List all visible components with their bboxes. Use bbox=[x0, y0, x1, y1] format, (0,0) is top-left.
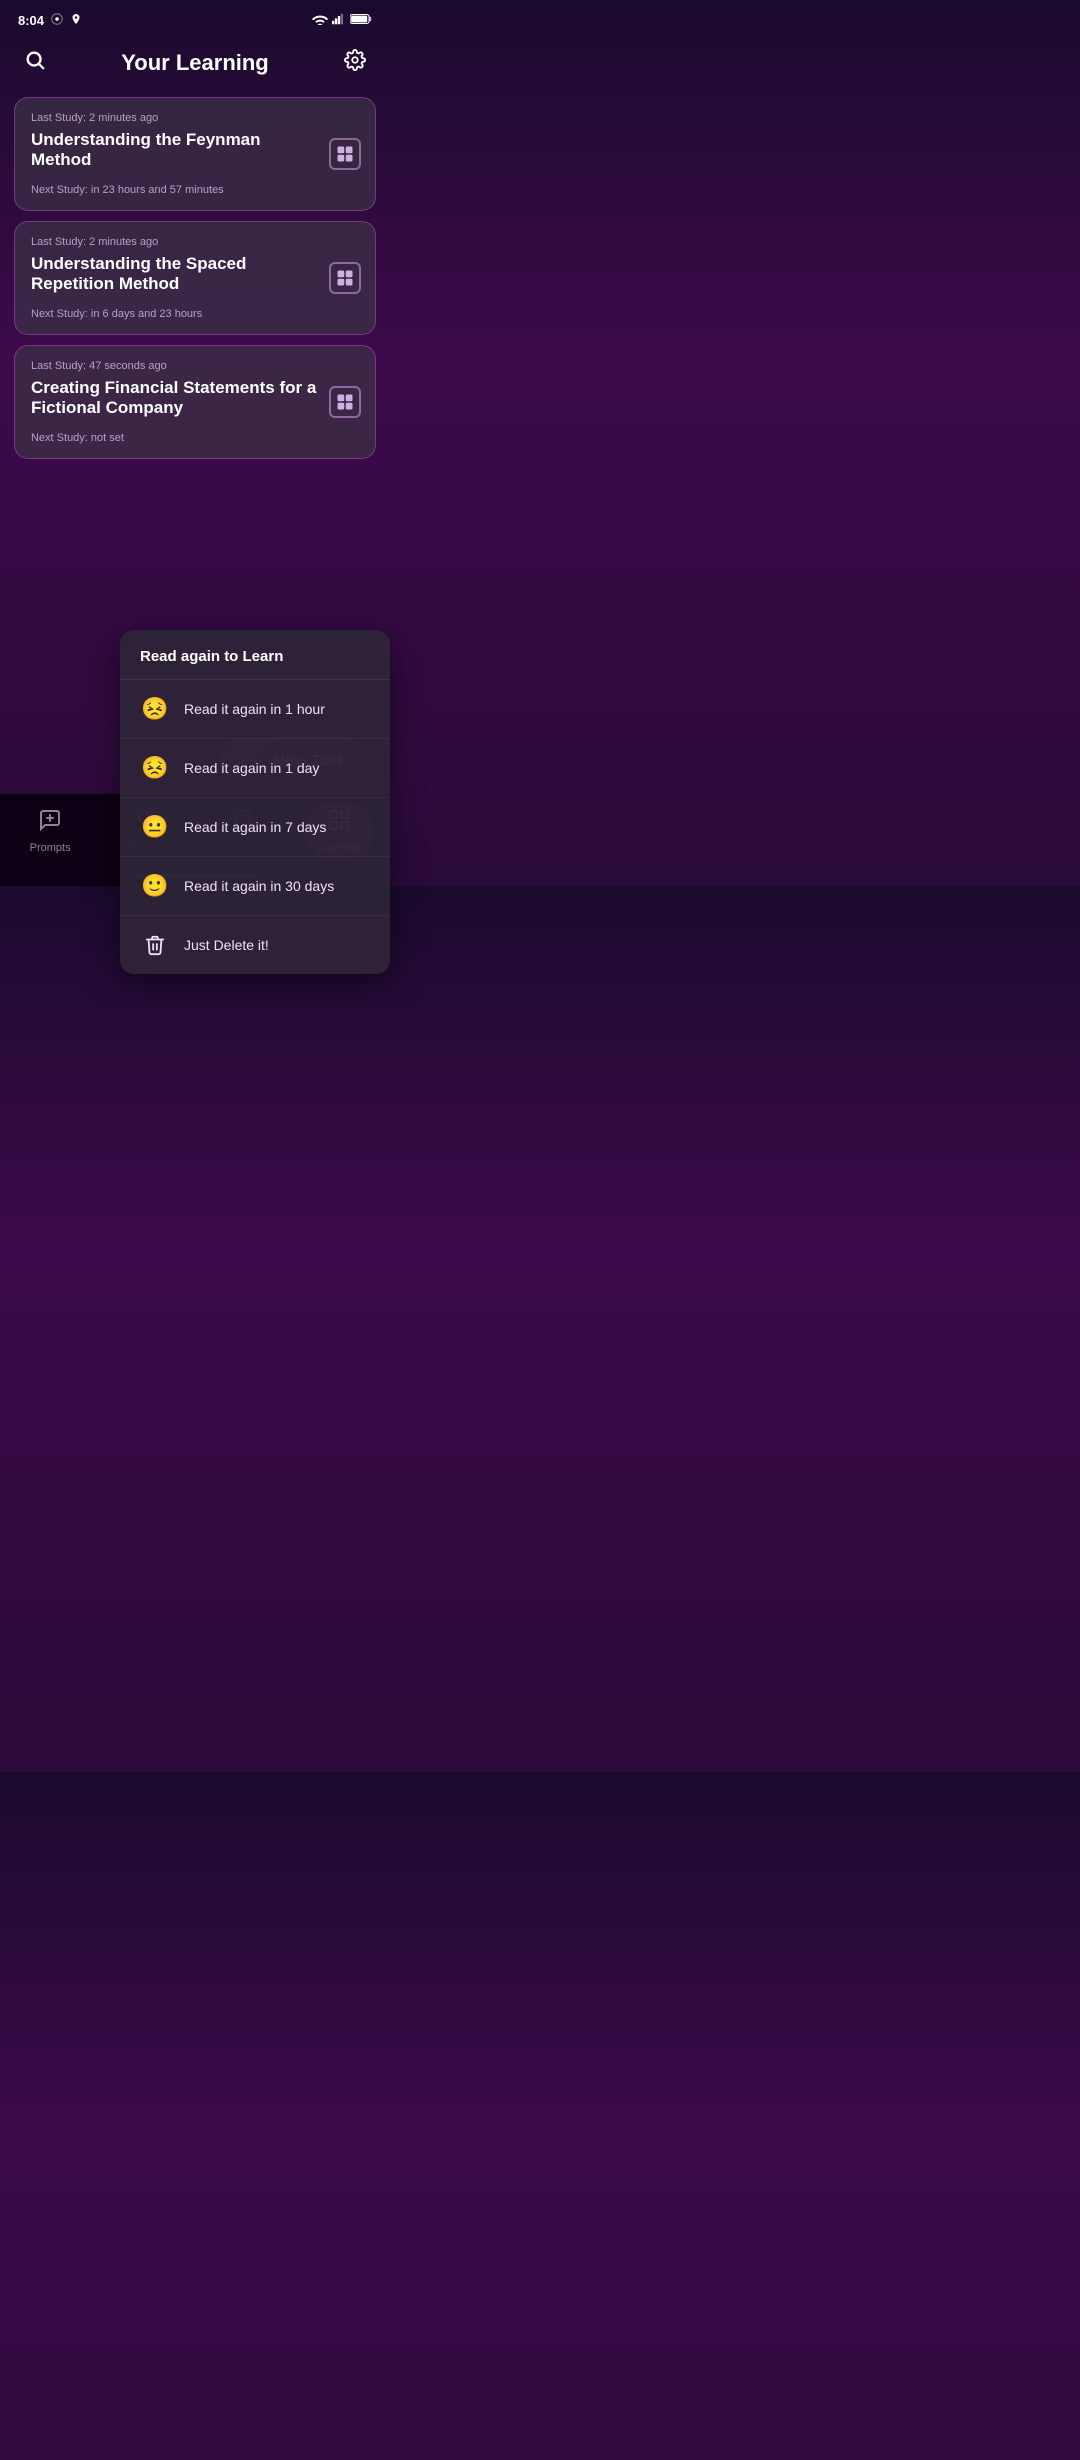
read-1-day-label: Read it again in 1 day bbox=[184, 760, 319, 776]
read-1-hour-label: Read it again in 1 hour bbox=[184, 701, 325, 717]
status-bar: 8:04 bbox=[0, 0, 390, 37]
card-3-last-study: Last Study: 47 seconds ago bbox=[31, 360, 359, 372]
card-3-title: Creating Financial Statements for a Fict… bbox=[31, 378, 359, 418]
study-card-1[interactable]: Last Study: 2 minutes ago Understanding … bbox=[14, 97, 376, 211]
week-emoji-icon: 😐 bbox=[140, 812, 170, 842]
wifi-icon bbox=[312, 13, 328, 28]
card-1-action-icon[interactable] bbox=[329, 138, 361, 170]
nav-item-prompts[interactable]: Prompts bbox=[18, 804, 83, 858]
location-icon bbox=[70, 12, 82, 29]
card-1-next-study: Next Study: in 23 hours and 57 minutes bbox=[31, 184, 359, 196]
time: 8:04 bbox=[18, 13, 44, 28]
read-again-30-days[interactable]: 🙂 Read it again in 30 days bbox=[120, 857, 390, 916]
read-again-1-day[interactable]: 😣 Read it again in 1 day bbox=[120, 739, 390, 798]
card-1-last-study: Last Study: 2 minutes ago bbox=[31, 112, 359, 124]
settings-status-icon bbox=[50, 12, 64, 29]
study-card-2[interactable]: Last Study: 2 minutes ago Understanding … bbox=[14, 221, 376, 335]
delete-icon bbox=[140, 930, 170, 960]
read-again-7-days[interactable]: 😐 Read it again in 7 days bbox=[120, 798, 390, 857]
card-3-action-icon[interactable] bbox=[329, 386, 361, 418]
card-2-next-study: Next Study: in 6 days and 23 hours bbox=[31, 308, 359, 320]
prompts-nav-label: Prompts bbox=[30, 842, 71, 854]
status-right bbox=[312, 13, 372, 28]
dropdown-header: Read again to Learn bbox=[120, 630, 390, 680]
settings-button[interactable] bbox=[340, 45, 370, 81]
delete-label: Just Delete it! bbox=[184, 937, 269, 953]
read-7-days-label: Read it again in 7 days bbox=[184, 819, 326, 835]
header: Your Learning bbox=[0, 37, 390, 97]
prompts-icon bbox=[38, 808, 62, 838]
search-button[interactable] bbox=[20, 45, 50, 81]
status-left: 8:04 bbox=[18, 12, 82, 29]
signal-icon bbox=[332, 13, 346, 28]
page-title: Your Learning bbox=[121, 50, 269, 76]
card-1-title: Understanding the Feynman Method bbox=[31, 130, 359, 170]
card-2-title: Understanding the Spaced Repetition Meth… bbox=[31, 254, 359, 294]
battery-icon bbox=[350, 13, 372, 28]
delete-item[interactable]: Just Delete it! bbox=[120, 916, 390, 974]
context-menu: Read again to Learn 😣 Read it again in 1… bbox=[120, 630, 390, 974]
read-again-1-hour[interactable]: 😣 Read it again in 1 hour bbox=[120, 680, 390, 739]
card-2-last-study: Last Study: 2 minutes ago bbox=[31, 236, 359, 248]
cards-container: Last Study: 2 minutes ago Understanding … bbox=[0, 97, 390, 459]
read-30-days-label: Read it again in 30 days bbox=[184, 878, 334, 894]
card-3-next-study: Next Study: not set bbox=[31, 432, 359, 444]
month-emoji-icon: 🙂 bbox=[140, 871, 170, 901]
day-emoji-icon: 😣 bbox=[140, 753, 170, 783]
hour-emoji-icon: 😣 bbox=[140, 694, 170, 724]
study-card-3[interactable]: Last Study: 47 seconds ago Creating Fina… bbox=[14, 345, 376, 459]
card-2-action-icon[interactable] bbox=[329, 262, 361, 294]
